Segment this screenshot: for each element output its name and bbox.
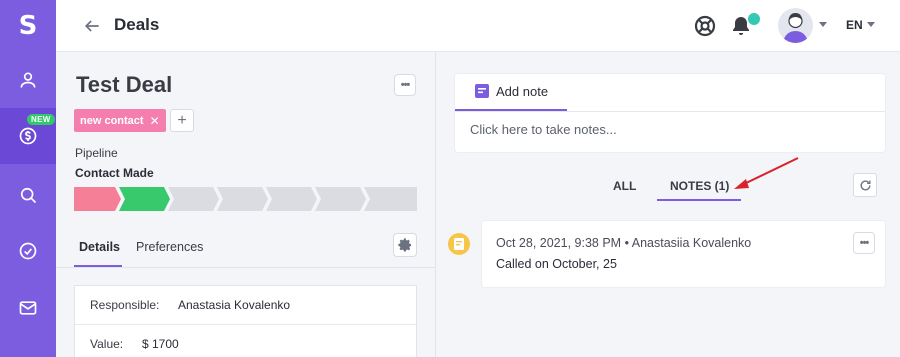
refresh-icon [860,179,871,190]
page-title: Deals [114,15,160,34]
add-note-card: Add note Click here to take notes... [455,74,885,152]
notification-dot [748,13,760,25]
note-timeline-icon [448,233,470,255]
avatar-image [783,13,808,43]
field-value[interactable]: Anastasia Kovalenko [178,298,290,312]
note-date: Oct 28, 2021, 9:38 PM [496,236,622,250]
dollar-icon [19,127,37,145]
search-icon [20,187,37,204]
annotation-arrow-icon [734,157,799,189]
note-author[interactable]: Anastasiia Kovalenko [632,236,752,250]
tab-add-note[interactable]: Add note [455,74,565,110]
sidebar-item-contacts[interactable] [0,52,56,108]
field-responsible: Responsible: Anastasia Kovalenko [75,286,416,325]
pipeline-stage: Contact Made [75,166,154,180]
check-circle-icon [19,242,37,260]
filter-all[interactable]: ALL [613,179,636,193]
mail-icon [19,301,37,315]
new-badge: NEW [27,114,55,125]
pipeline-stage-4[interactable] [217,187,268,211]
add-tag-button[interactable]: + [170,109,194,132]
pipeline-stage-7[interactable] [364,187,417,211]
avatar[interactable] [778,8,813,43]
note-icon [454,238,464,250]
field-value-amount: Value: $ 1700 [75,325,416,357]
pipeline-stage-3[interactable] [168,187,219,211]
pipeline-label: Pipeline [75,146,118,160]
note-more-button[interactable]: ••• [853,232,875,254]
pipeline-progress [74,187,417,211]
note-divider [455,111,885,112]
tab-preferences[interactable]: Preferences [136,240,203,254]
sidebar-item-search[interactable] [0,167,56,223]
note-icon [475,84,489,98]
tab-details[interactable]: Details [79,240,120,254]
deal-title: Test Deal [76,72,173,97]
sidebar-item-deals[interactable]: NEW [0,108,56,164]
language-selector[interactable]: EN [846,18,863,32]
avatar-dropdown-caret[interactable] [819,22,827,27]
note-meta: Oct 28, 2021, 9:38 PM • Anastasiia Koval… [496,236,751,250]
active-filter-underline [657,199,741,201]
filter-notes[interactable]: NOTES (1) [670,179,729,193]
app-logo[interactable]: S [0,0,56,52]
back-arrow-icon[interactable] [82,16,102,36]
note-entry: Oct 28, 2021, 9:38 PM • Anastasiia Koval… [482,221,885,287]
pipeline-stage-5[interactable] [266,187,317,211]
sidebar-item-mail[interactable] [0,280,56,336]
language-dropdown-caret[interactable] [867,22,875,27]
settings-button[interactable] [393,233,417,257]
field-value[interactable]: $ 1700 [142,337,179,351]
help-lifebuoy-icon[interactable] [693,14,717,38]
sidebar-item-tasks[interactable] [0,223,56,279]
add-note-label: Add note [496,84,549,99]
note-input[interactable]: Click here to take notes... [470,122,617,137]
contact-tag: new contact ✕ [74,109,166,132]
field-label: Value: [90,337,124,351]
deal-more-button[interactable]: ••• [394,74,416,96]
user-icon [20,72,36,88]
tabs-divider [56,267,435,268]
pipeline-stage-6[interactable] [315,187,366,211]
deal-details-panel: Test Deal ••• new contact ✕ + Pipeline C… [56,52,436,357]
sidebar: S NEW [0,0,56,357]
field-label: Responsible: [90,298,160,312]
close-icon[interactable]: ✕ [150,114,160,128]
tag-label: new contact [80,114,144,127]
top-header: Deals EN [56,0,900,52]
refresh-button[interactable] [853,173,877,197]
pipeline-stage-2[interactable] [119,187,170,211]
note-text: Called on October, 25 [496,257,617,271]
gear-icon [398,238,411,252]
pipeline-stage-1[interactable] [74,187,121,211]
deal-info-box: Responsible: Anastasia Kovalenko Value: … [74,285,417,357]
meta-separator: • [624,236,632,250]
